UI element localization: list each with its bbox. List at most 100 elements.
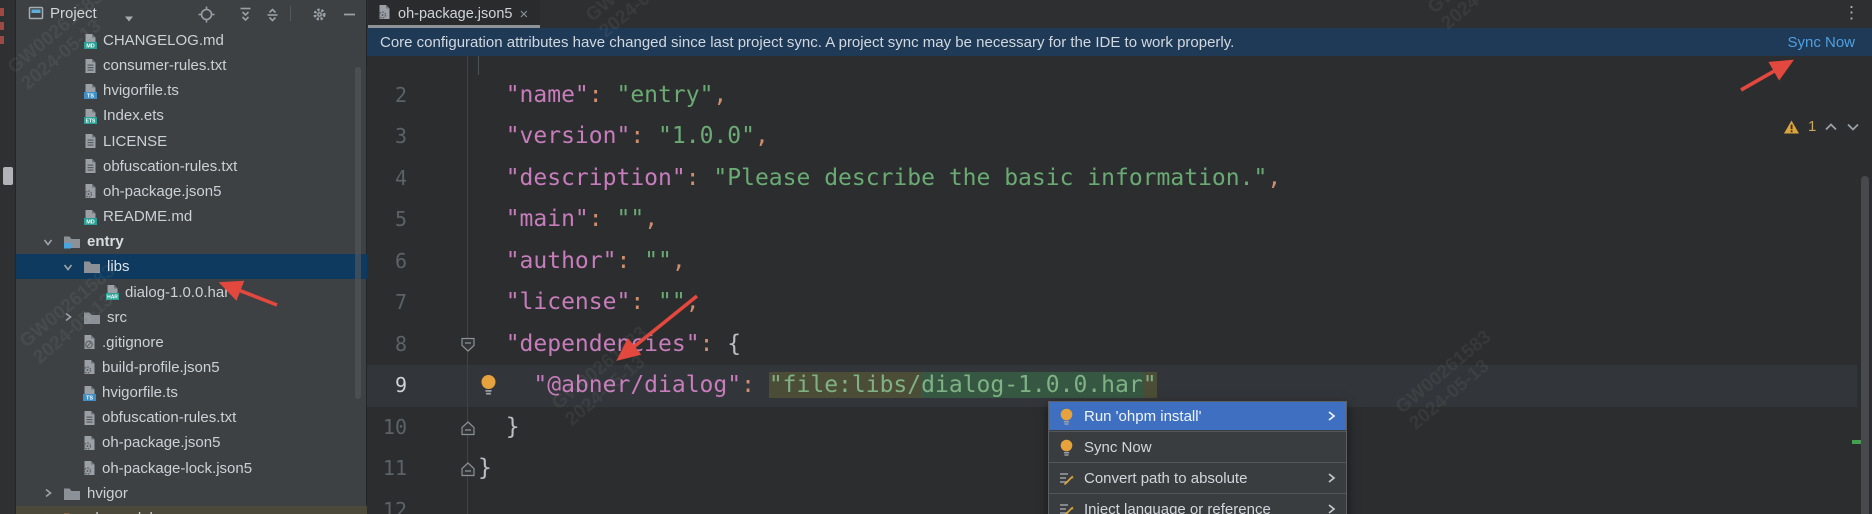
fold-open-icon[interactable]	[460, 337, 476, 358]
settings-icon[interactable]	[310, 5, 328, 23]
close-icon[interactable]: ×	[519, 7, 528, 22]
tree-item-src[interactable]: src	[16, 305, 367, 330]
menu-item-run-ohpm-install-[interactable]: Run 'ohpm install'	[1049, 402, 1346, 430]
code-line-6: "author": "",	[478, 247, 686, 274]
tree-item-license[interactable]: LICENSE	[16, 129, 367, 154]
tree-item-label: src	[107, 308, 127, 326]
txt-icon	[84, 158, 97, 174]
tree-item-label: libs	[107, 258, 130, 276]
tree-item-oh-package-json5[interactable]: oh-package.json5	[16, 430, 367, 455]
json5-file-icon	[378, 4, 391, 25]
code-line-10: }	[478, 413, 520, 440]
json5-icon	[84, 183, 97, 199]
locate-icon[interactable]	[197, 5, 215, 23]
tree-item-obfuscation-rules-txt[interactable]: obfuscation-rules.txt	[16, 405, 367, 430]
menu-item-sync-now[interactable]: Sync Now	[1049, 433, 1346, 461]
line-number: 10	[382, 414, 407, 439]
tree-item-libs[interactable]: libs	[16, 254, 367, 280]
folder-icon	[83, 259, 101, 274]
txt-icon	[83, 410, 96, 426]
tree-item-label: oh-package.json5	[103, 182, 222, 200]
menu-item-inject-language-or-reference[interactable]: Inject language or reference	[1049, 495, 1346, 514]
fold-close-icon[interactable]	[460, 461, 476, 482]
json5-icon	[83, 435, 96, 451]
tree-item-label: consumer-rules.txt	[103, 57, 227, 75]
har-icon: HAR	[106, 284, 119, 300]
tree-item-label: build-profile.json5	[102, 358, 220, 376]
txt-icon	[84, 58, 97, 74]
json5-icon	[83, 460, 96, 476]
tab-oh-package-json5[interactable]: oh-package.json5 ×	[368, 0, 541, 28]
svg-text:HAR: HAR	[107, 295, 118, 300]
folder-icon	[83, 310, 101, 325]
project-panel-header: Project	[16, 0, 366, 28]
menu-item-label: Run 'ohpm install'	[1084, 407, 1202, 425]
intention-icon	[1059, 471, 1075, 486]
line-number: 3	[394, 124, 407, 149]
hide-panel-icon[interactable]	[340, 5, 358, 23]
line-number: 9	[394, 373, 407, 398]
tool-window-strip	[0, 0, 16, 514]
chevron-right-icon[interactable]	[62, 311, 76, 323]
tree-item-label: entry	[87, 233, 124, 251]
md-icon: MD	[84, 209, 97, 225]
menu-item-label: Sync Now	[1084, 438, 1152, 456]
chevron-right-icon[interactable]	[42, 487, 56, 499]
tree-item-build-profile-json5[interactable]: build-profile.json5	[16, 355, 367, 380]
sync-notification-banner: Core configuration attributes have chang…	[367, 28, 1872, 56]
tree-item-oh-package-lock-json5[interactable]: oh-package-lock.json5	[16, 456, 367, 481]
txt-icon	[84, 133, 97, 149]
intention-icon	[1059, 502, 1075, 514]
tab-options-icon[interactable]: ⋮	[1843, 3, 1861, 23]
tree-item-hvigorfile-ts[interactable]: TS hvigorfile.ts	[16, 380, 367, 405]
tree-item-label: dialog-1.0.0.har	[125, 283, 230, 301]
strip-mark	[0, 22, 4, 30]
strip-mark	[0, 8, 4, 16]
line-number: 8	[394, 331, 407, 356]
code-line-11: }	[478, 455, 492, 482]
tree-item-label: oh-package.json5	[102, 434, 221, 452]
tree-item-hvigorfile-ts[interactable]: TS hvigorfile.ts	[16, 78, 367, 103]
line-number: 11	[382, 456, 407, 481]
tree-item-oh-package-json5[interactable]: oh-package.json5	[16, 179, 367, 204]
tree-item-obfuscation-rules-txt[interactable]: obfuscation-rules.txt	[16, 154, 367, 179]
code-line-8: "dependencies": {	[478, 330, 742, 357]
warning-count: 1	[1808, 118, 1817, 135]
tree-item--gitignore[interactable]: .gitignore	[16, 330, 367, 355]
next-warning-icon[interactable]	[1846, 122, 1860, 132]
menu-item-convert-path-to-absolute[interactable]: Convert path to absolute	[1049, 464, 1346, 492]
collapse-all-icon[interactable]	[263, 5, 281, 23]
chevron-down-icon[interactable]	[62, 261, 76, 273]
tool-window-icon[interactable]	[3, 167, 13, 185]
tree-item-consumer-rules-txt[interactable]: consumer-rules.txt	[16, 53, 367, 78]
tree-item-hvigor[interactable]: hvigor	[16, 481, 367, 506]
tree-item-label: .gitignore	[102, 333, 164, 351]
chevron-down-icon[interactable]	[124, 10, 134, 28]
editor-scrollbar[interactable]	[1861, 176, 1869, 514]
fold-close-icon[interactable]	[460, 420, 476, 441]
editor-tab-bar: oh-package.json5 × ⋮	[367, 0, 1872, 28]
project-panel-title[interactable]: Project	[50, 5, 97, 22]
tree-item-index-ets[interactable]: ETS Index.ets	[16, 103, 367, 128]
tree-item-changelog-md[interactable]: MD CHANGELOG.md	[16, 28, 367, 53]
line-number: 7	[394, 290, 407, 315]
tree-item-dialog-1-0-0-har[interactable]: HAR dialog-1.0.0.har	[16, 280, 367, 305]
svg-text:MD: MD	[86, 219, 95, 224]
prev-warning-icon[interactable]	[1824, 122, 1838, 132]
code-line-5: "main": "",	[478, 206, 659, 233]
git-icon	[83, 334, 96, 350]
chevron-down-icon[interactable]	[42, 236, 56, 248]
code-line-7: "license": "",	[478, 289, 700, 316]
tree-item-readme-md[interactable]: MD README.md	[16, 204, 367, 229]
tree-item-oh-modules[interactable]: oh_modules	[16, 505, 367, 514]
submenu-arrow-icon	[1328, 473, 1336, 483]
tree-item-label: hvigorfile.ts	[103, 82, 179, 100]
tree-scrollbar[interactable]	[355, 67, 361, 399]
expand-all-icon[interactable]	[236, 5, 254, 23]
tree-item-entry[interactable]: entry	[16, 229, 367, 254]
sync-now-link[interactable]: Sync Now	[1787, 34, 1855, 51]
menu-separator	[1049, 462, 1346, 463]
svg-text:TS: TS	[86, 395, 93, 400]
tree-item-label: README.md	[103, 208, 193, 226]
project-tree: MD CHANGELOG.md consumer-rules.txt TS hvigor…	[16, 28, 367, 514]
